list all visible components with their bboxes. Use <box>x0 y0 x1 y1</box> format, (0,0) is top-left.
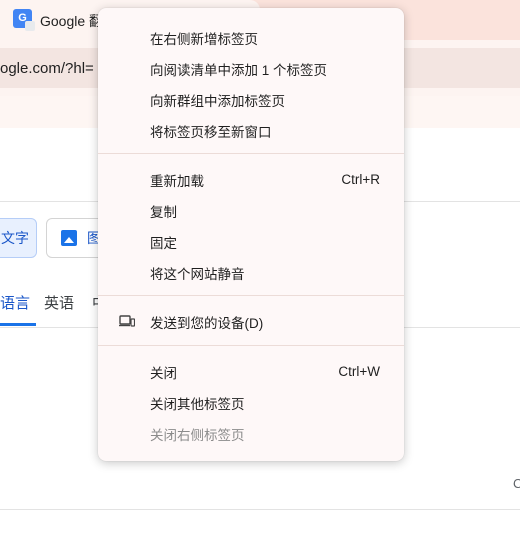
menu-item-label: 关闭右侧标签页 <box>150 427 245 443</box>
address-url[interactable]: ogle.com/?hl= <box>0 60 94 77</box>
page-bottom-divider <box>0 509 520 510</box>
menu-item-close-right: 关闭右侧标签页 <box>98 418 404 449</box>
tab-english[interactable]: 英语 <box>44 292 74 313</box>
menu-item-move-to-window[interactable]: 将标签页移至新窗口 <box>98 115 404 146</box>
menu-item-label: 将标签页移至新窗口 <box>150 124 272 140</box>
text-mode-label: 文字 <box>1 230 29 246</box>
menu-item-close-others[interactable]: 关闭其他标签页 <box>98 387 404 418</box>
menu-item-label: 复制 <box>150 204 177 220</box>
google-translate-favicon-icon: G <box>13 9 35 31</box>
menu-item-label: 发送到您的设备(D) <box>150 315 264 331</box>
reload-shortcut: Ctrl+R <box>341 172 380 187</box>
menu-item-send-to-devices[interactable]: 发送到您的设备(D) <box>98 306 404 337</box>
partial-text: C <box>513 476 520 491</box>
tab-detect-language[interactable]: 语言 <box>0 292 30 313</box>
menu-item-label: 关闭 <box>150 365 177 381</box>
image-icon <box>61 230 77 246</box>
menu-item-pin[interactable]: 固定 <box>98 226 404 257</box>
menu-item-mute-site[interactable]: 将这个网站静音 <box>98 257 404 288</box>
menu-item-label: 向阅读清单中添加 1 个标签页 <box>150 62 328 78</box>
menu-item-new-tab-right[interactable]: 在右侧新增标签页 <box>98 22 404 53</box>
menu-separator <box>98 153 404 154</box>
text-mode-button[interactable]: 文字 <box>0 218 37 258</box>
active-tab-indicator <box>0 323 36 326</box>
menu-item-close[interactable]: 关闭 Ctrl+W <box>98 356 404 387</box>
menu-item-label: 将这个网站静音 <box>150 266 245 282</box>
menu-item-add-to-group[interactable]: 向新群组中添加标签页 <box>98 84 404 115</box>
menu-item-label: 在右侧新增标签页 <box>150 31 258 47</box>
tab-context-menu: 在右侧新增标签页 向阅读清单中添加 1 个标签页 向新群组中添加标签页 将标签页… <box>98 8 404 461</box>
menu-item-label: 关闭其他标签页 <box>150 396 245 412</box>
menu-item-add-reading-list[interactable]: 向阅读清单中添加 1 个标签页 <box>98 53 404 84</box>
menu-item-label: 重新加载 <box>150 173 204 189</box>
menu-item-label: 向新群组中添加标签页 <box>150 93 285 109</box>
menu-separator <box>98 295 404 296</box>
menu-item-label: 固定 <box>150 235 177 251</box>
devices-icon <box>119 315 135 327</box>
tab-title: Google 翻 <box>40 13 104 29</box>
menu-separator <box>98 345 404 346</box>
menu-item-duplicate[interactable]: 复制 <box>98 195 404 226</box>
close-shortcut: Ctrl+W <box>338 364 380 379</box>
menu-item-reload[interactable]: 重新加载 Ctrl+R <box>98 164 404 195</box>
